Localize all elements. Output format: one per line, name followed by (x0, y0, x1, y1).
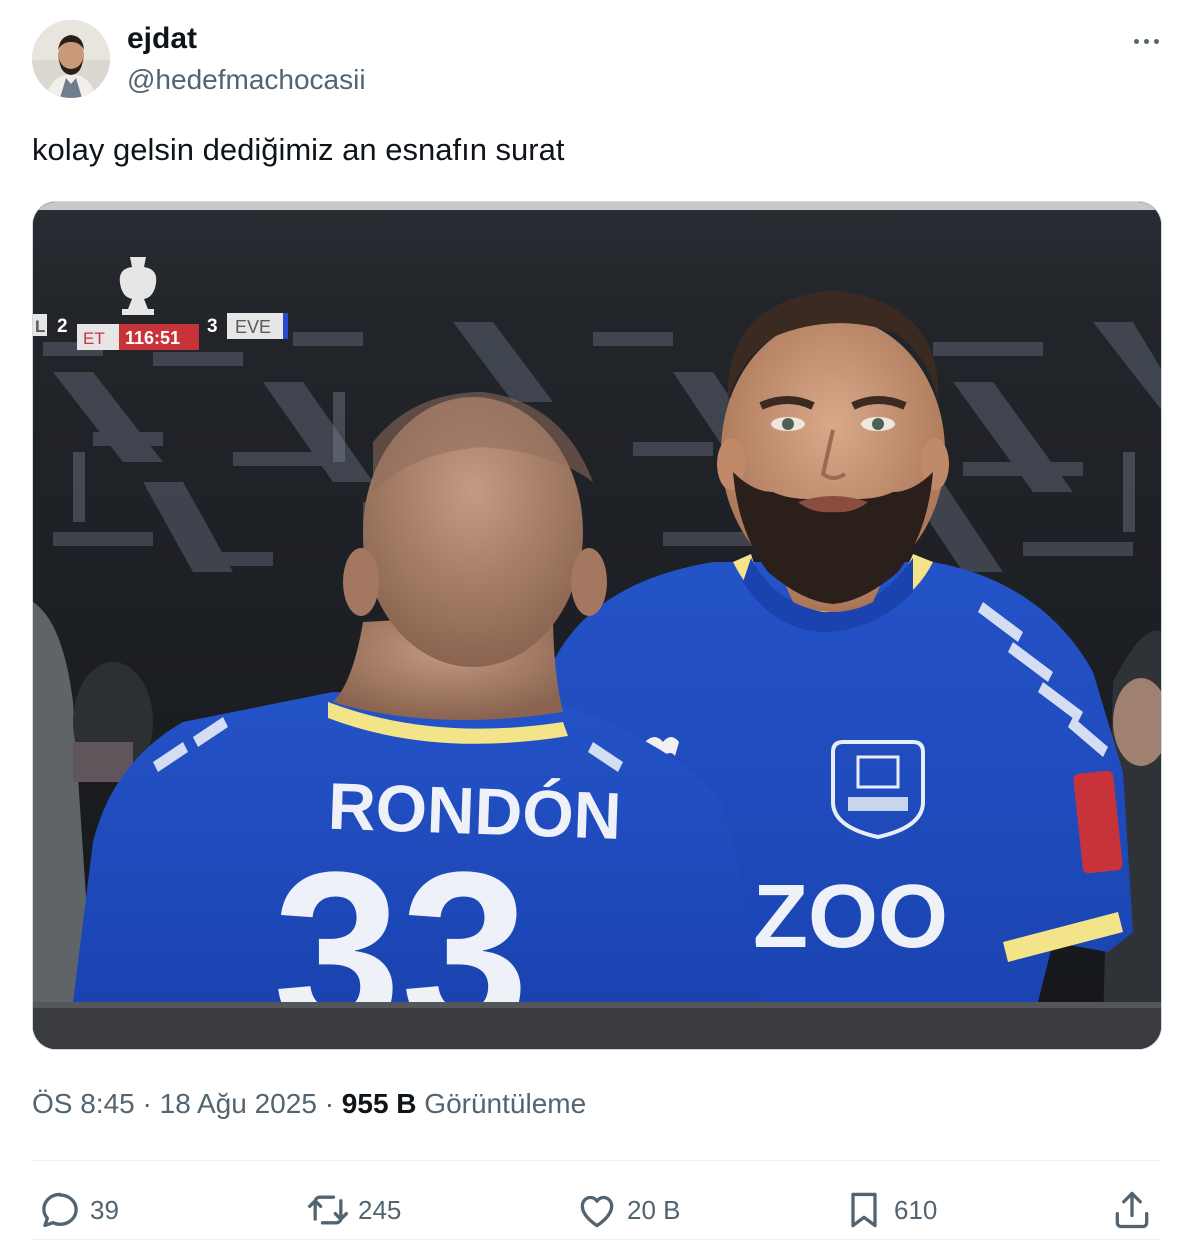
tweet-text: kolay gelsin dediğimiz an esnafın surat (32, 132, 565, 167)
home-score: 2 (57, 316, 68, 337)
action-bar: 39 245 20 B 610 (0, 1180, 1190, 1240)
bookmark-icon (851, 1192, 877, 1228)
divider (32, 1160, 1162, 1161)
match-period: ET (83, 329, 105, 348)
divider (32, 1239, 1162, 1240)
bookmark-count: 610 (894, 1194, 938, 1225)
match-clock: 116:51 (125, 328, 180, 348)
tv-frame-photo: ZOO RONDÓN 33 L 2 ET 116:51 3 EVE (33, 202, 1161, 1049)
like-count: 20 B (627, 1194, 681, 1225)
home-team-short: L (35, 317, 45, 336)
meta-separator: · (324, 1088, 335, 1119)
avatar[interactable] (32, 20, 110, 98)
share-icon (1115, 1191, 1149, 1229)
tweet-date[interactable]: 18 Ağu 2025 (160, 1088, 317, 1119)
reply-button[interactable]: 39 (38, 1186, 119, 1234)
repost-button[interactable]: 245 (306, 1186, 401, 1234)
views-count: 955 B (341, 1088, 417, 1119)
away-team-short: EVE (235, 317, 271, 337)
share-button[interactable] (1110, 1186, 1162, 1234)
heart-icon (580, 1195, 614, 1228)
like-button[interactable]: 20 B (575, 1186, 681, 1234)
display-name[interactable]: ejdat (127, 22, 197, 56)
away-score: 3 (207, 316, 218, 337)
reply-count: 39 (90, 1194, 119, 1225)
repost-count: 245 (358, 1194, 402, 1225)
tweet-media-image[interactable]: ZOO RONDÓN 33 L 2 ET 116:51 3 EVE (32, 201, 1162, 1050)
more-options-icon[interactable] (1126, 26, 1166, 56)
repost-icon (308, 1195, 348, 1225)
tweet-time[interactable]: ÖS 8:45 (32, 1088, 135, 1119)
tweet-meta: ÖS 8:45 · 18 Ağu 2025 · 955 B Görüntülem… (32, 1088, 586, 1120)
user-handle[interactable]: @hedefmachocasii (127, 64, 366, 96)
sponsor-text: ZOO (753, 867, 948, 967)
bookmark-button[interactable]: 610 (842, 1186, 937, 1234)
meta-separator: · (142, 1088, 152, 1119)
views-label: Görüntüleme (424, 1088, 587, 1119)
reply-icon (42, 1192, 78, 1228)
